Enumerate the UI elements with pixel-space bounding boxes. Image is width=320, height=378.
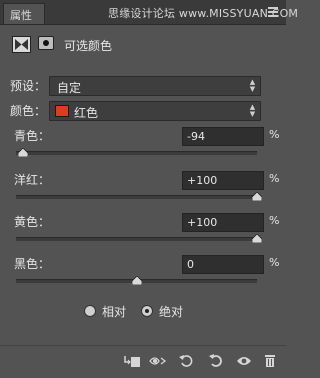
slider-thumb-cyan[interactable] xyxy=(18,148,28,157)
color-swatch xyxy=(55,105,69,117)
slider-thumb-yellow[interactable] xyxy=(252,234,262,243)
preset-value: 自定 xyxy=(57,81,82,95)
radio-absolute-label: 绝对 xyxy=(159,305,184,319)
visibility-eye-icon[interactable] xyxy=(233,351,255,371)
tab-properties[interactable]: 属性 xyxy=(3,3,45,24)
slider-label-yellow: 黄色： xyxy=(14,215,51,229)
value-field-yellow[interactable]: +100 xyxy=(182,213,264,232)
panel-titlebar: 属性 思缘设计论坛 www.MISSYUAN.COM xyxy=(0,0,298,25)
panel-footer xyxy=(0,345,286,378)
value-text: 0 xyxy=(187,258,194,271)
percent-unit: % xyxy=(269,214,280,227)
slider-thumb-black[interactable] xyxy=(132,276,142,285)
preset-select[interactable]: 自定 ▲ ▼ xyxy=(49,76,261,96)
reset-default-icon[interactable] xyxy=(205,351,227,371)
colors-value: 红色 xyxy=(74,106,99,120)
radio-absolute[interactable] xyxy=(141,305,153,317)
colors-label: 颜色： xyxy=(10,104,47,118)
clip-to-layer-icon[interactable] xyxy=(121,351,143,371)
preset-label: 预设： xyxy=(10,79,47,93)
slider-track-cyan[interactable] xyxy=(16,151,257,155)
slider-label-cyan: 青色： xyxy=(14,129,51,143)
percent-unit: % xyxy=(269,256,280,269)
slider-label-magenta: 洋红： xyxy=(14,173,51,187)
layer-mask-icon[interactable] xyxy=(38,36,54,50)
value-field-black[interactable]: 0 xyxy=(182,255,264,274)
slider-thumb-magenta[interactable] xyxy=(252,192,262,201)
panel-menu-icon[interactable] xyxy=(268,7,278,17)
slider-label-black: 黑色： xyxy=(14,257,51,271)
value-text: -94 xyxy=(187,130,205,143)
radio-relative[interactable] xyxy=(84,305,96,317)
select-updown-icon: ▲ ▼ xyxy=(249,78,256,93)
colors-select[interactable]: 红色 ▲ ▼ xyxy=(49,101,261,121)
adjustment-title: 可选颜色 xyxy=(64,39,113,53)
value-field-cyan[interactable]: -94 xyxy=(182,127,264,146)
value-field-magenta[interactable]: +100 xyxy=(182,171,264,190)
value-text: +100 xyxy=(187,216,218,229)
select-updown-icon: ▲ ▼ xyxy=(249,103,256,118)
percent-unit: % xyxy=(269,128,280,141)
percent-unit: % xyxy=(269,172,280,185)
adjustment-header: 可选颜色 xyxy=(0,25,286,65)
value-text: +100 xyxy=(187,174,218,187)
slider-track-yellow[interactable] xyxy=(16,237,257,241)
trash-icon[interactable] xyxy=(259,351,281,371)
radio-relative-label: 相对 xyxy=(102,305,127,319)
reset-previous-icon[interactable] xyxy=(176,351,198,371)
tab-label: 属性 xyxy=(10,9,32,22)
selective-color-icon xyxy=(12,36,31,53)
eye-preview-icon[interactable] xyxy=(148,351,170,371)
slider-track-magenta[interactable] xyxy=(16,195,257,199)
